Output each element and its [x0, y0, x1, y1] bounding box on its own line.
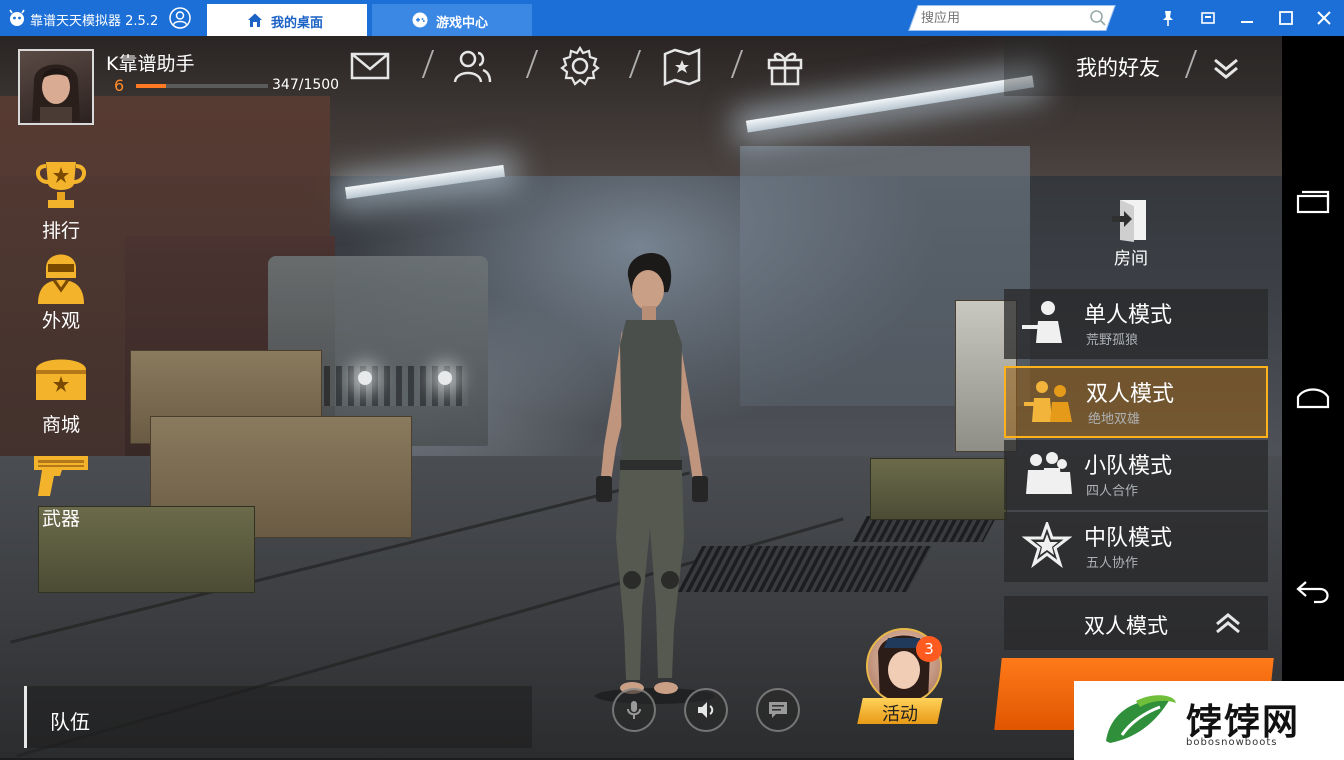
mode-subtitle: 五人协作: [1086, 556, 1139, 571]
site-watermark: 饽饽网 bobosnowboots: [1074, 681, 1344, 760]
map-icon[interactable]: [662, 46, 702, 86]
chevron-up-icon[interactable]: [1214, 612, 1242, 634]
watermark-subtitle: bobosnowboots: [1186, 737, 1278, 748]
event-label[interactable]: 活动: [860, 700, 940, 726]
xp-progress-fill: [136, 84, 167, 88]
xp-value: 347/1500: [272, 77, 340, 93]
avatar-portrait-icon: [32, 64, 80, 123]
app-search: [893, 5, 1131, 31]
side-menu-appearance[interactable]: 外观: [30, 248, 92, 338]
emulator-title-bar: 靠谱天天模拟器 2.5.2 我的桌面 游戏中心: [0, 0, 1344, 36]
emulator-logo-icon: [9, 9, 25, 26]
home-icon[interactable]: [1294, 381, 1332, 411]
emulator-title: 靠谱天天模拟器 2.5.2: [30, 14, 159, 29]
mode-title: 中队模式: [1084, 526, 1173, 551]
microphone-button[interactable]: [612, 688, 656, 732]
side-menu-shop[interactable]: 商城: [30, 352, 92, 442]
team-label: 队伍: [50, 710, 90, 734]
player-avatar[interactable]: [18, 49, 94, 125]
side-menu-weapons[interactable]: 武器: [30, 446, 92, 536]
squad-icon: [1026, 452, 1072, 494]
home-icon: [248, 13, 262, 27]
search-icon[interactable]: [1089, 9, 1107, 27]
room-label: 房间: [1114, 249, 1148, 269]
friends-label[interactable]: 我的好友: [1076, 52, 1160, 82]
trophy-icon: [36, 162, 86, 208]
shop-chest-icon: [36, 359, 86, 400]
side-menu-label: 外观: [41, 310, 80, 332]
close-icon[interactable]: [1314, 8, 1334, 28]
player-character[interactable]: [570, 248, 740, 708]
mode-title: 双人模式: [1086, 382, 1175, 407]
chevron-down-icon[interactable]: [1212, 56, 1240, 80]
recent-apps-icon[interactable]: [1294, 186, 1332, 216]
side-menu-label: 商城: [41, 414, 80, 436]
leaf-logo-icon: [1106, 695, 1176, 743]
room-button[interactable]: 房间: [1102, 198, 1160, 269]
restore-icon[interactable]: [1198, 8, 1218, 28]
star-badge-icon: [1022, 522, 1072, 568]
game-viewport[interactable]: K靠谱助手 6 347/1500 我的好友 排行 外观 商城 武器 房间 单人模…: [0, 36, 1282, 758]
mode-title: 单人模式: [1084, 303, 1173, 328]
speaker-button[interactable]: [684, 688, 728, 732]
truck-headlight: [358, 371, 372, 385]
team-panel[interactable]: [24, 686, 532, 748]
event-notification-badge: 3: [916, 636, 942, 662]
pistol-icon: [34, 456, 88, 496]
mode-platoon[interactable]: 中队模式 五人协作: [1004, 512, 1268, 582]
side-menu-ranking[interactable]: 排行: [30, 158, 92, 248]
settings-icon[interactable]: [560, 46, 600, 86]
solo-soldier-icon: [1022, 301, 1062, 343]
mode-subtitle: 四人合作: [1086, 484, 1139, 499]
search-input[interactable]: [919, 6, 1073, 30]
back-icon[interactable]: [1294, 576, 1332, 606]
truck-headlight: [438, 371, 452, 385]
chat-button[interactable]: [756, 688, 800, 732]
xp-progress-bar: [136, 84, 268, 88]
mode-selector[interactable]: 双人模式: [1004, 596, 1268, 650]
player-name: K靠谱助手: [106, 53, 195, 75]
pin-icon[interactable]: [1158, 8, 1178, 28]
mode-subtitle: 荒野孤狼: [1086, 333, 1139, 348]
mode-duo[interactable]: 双人模式 绝地双雄: [1004, 366, 1268, 438]
duo-soldiers-icon: [1024, 381, 1072, 422]
microphone-icon: [627, 701, 641, 719]
speaker-icon: [698, 702, 714, 718]
tab-label: 游戏中心: [436, 16, 489, 31]
mail-icon[interactable]: [350, 46, 390, 86]
mode-subtitle: 绝地双雄: [1088, 412, 1141, 427]
current-mode-label: 双人模式: [1084, 614, 1168, 638]
outfit-icon: [38, 254, 84, 304]
side-menu-label: 排行: [41, 220, 80, 242]
tab-my-desktop[interactable]: 我的桌面: [207, 4, 367, 36]
mode-title: 小队模式: [1084, 454, 1173, 479]
tab-game-center[interactable]: 游戏中心: [372, 4, 532, 36]
maximize-icon[interactable]: [1276, 8, 1296, 28]
minimize-icon[interactable]: [1237, 8, 1257, 28]
player-level: 6: [114, 76, 125, 95]
mode-squad[interactable]: 小队模式 四人合作: [1004, 440, 1268, 510]
gift-icon[interactable]: [765, 46, 805, 86]
team-panel-edge: [24, 686, 27, 748]
gamepad-icon: [412, 12, 428, 28]
door-exit-icon: [1112, 200, 1146, 242]
friends-icon[interactable]: [452, 46, 492, 86]
ammo-crate: [870, 458, 1007, 520]
chat-icon: [769, 702, 787, 718]
user-account-icon[interactable]: [169, 7, 191, 29]
side-menu-label: 武器: [41, 508, 80, 530]
tab-label: 我的桌面: [271, 16, 324, 31]
mode-solo[interactable]: 单人模式 荒野孤狼: [1004, 289, 1268, 359]
android-nav-bar: [1282, 36, 1344, 758]
